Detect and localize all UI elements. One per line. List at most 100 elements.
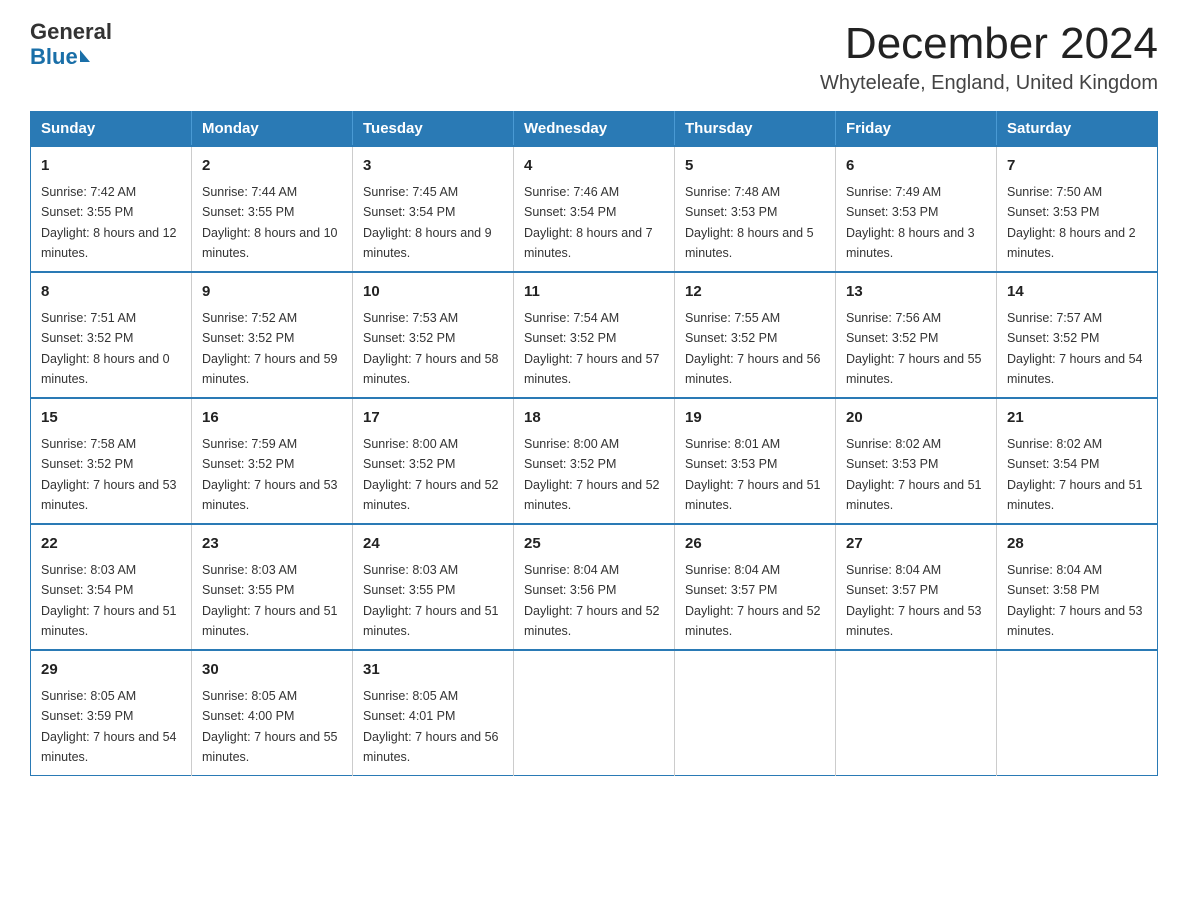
calendar-day-cell <box>997 650 1158 776</box>
header-sunday: Sunday <box>31 112 192 147</box>
day-number: 16 <box>202 407 342 430</box>
day-number: 7 <box>1007 155 1147 178</box>
calendar-day-cell: 24 Sunrise: 8:03 AMSunset: 3:55 PMDaylig… <box>353 524 514 650</box>
day-number: 14 <box>1007 281 1147 304</box>
day-number: 29 <box>41 659 181 682</box>
calendar-table: Sunday Monday Tuesday Wednesday Thursday… <box>30 111 1158 776</box>
location: Whyteleafe, England, United Kingdom <box>820 72 1158 95</box>
header-monday: Monday <box>192 112 353 147</box>
day-number: 26 <box>685 533 825 556</box>
day-info: Sunrise: 7:45 AMSunset: 3:54 PMDaylight:… <box>363 185 492 260</box>
calendar-day-cell: 8 Sunrise: 7:51 AMSunset: 3:52 PMDayligh… <box>31 272 192 398</box>
day-info: Sunrise: 8:02 AMSunset: 3:54 PMDaylight:… <box>1007 437 1143 512</box>
calendar-day-cell: 31 Sunrise: 8:05 AMSunset: 4:01 PMDaylig… <box>353 650 514 776</box>
day-number: 3 <box>363 155 503 178</box>
calendar-day-cell <box>836 650 997 776</box>
calendar-week-row: 1 Sunrise: 7:42 AMSunset: 3:55 PMDayligh… <box>31 146 1158 272</box>
calendar-day-cell: 22 Sunrise: 8:03 AMSunset: 3:54 PMDaylig… <box>31 524 192 650</box>
day-info: Sunrise: 8:03 AMSunset: 3:55 PMDaylight:… <box>363 563 499 638</box>
day-number: 23 <box>202 533 342 556</box>
calendar-day-cell: 5 Sunrise: 7:48 AMSunset: 3:53 PMDayligh… <box>675 146 836 272</box>
calendar-day-cell: 30 Sunrise: 8:05 AMSunset: 4:00 PMDaylig… <box>192 650 353 776</box>
day-info: Sunrise: 8:03 AMSunset: 3:54 PMDaylight:… <box>41 563 177 638</box>
day-info: Sunrise: 7:54 AMSunset: 3:52 PMDaylight:… <box>524 311 660 386</box>
day-number: 2 <box>202 155 342 178</box>
calendar-day-cell: 25 Sunrise: 8:04 AMSunset: 3:56 PMDaylig… <box>514 524 675 650</box>
day-number: 1 <box>41 155 181 178</box>
day-info: Sunrise: 8:04 AMSunset: 3:57 PMDaylight:… <box>846 563 982 638</box>
day-number: 11 <box>524 281 664 304</box>
title-block: December 2024 Whyteleafe, England, Unite… <box>820 20 1158 95</box>
calendar-day-cell: 26 Sunrise: 8:04 AMSunset: 3:57 PMDaylig… <box>675 524 836 650</box>
calendar-day-cell: 9 Sunrise: 7:52 AMSunset: 3:52 PMDayligh… <box>192 272 353 398</box>
day-info: Sunrise: 8:04 AMSunset: 3:56 PMDaylight:… <box>524 563 660 638</box>
header: General Blue December 2024 Whyteleafe, E… <box>30 20 1158 95</box>
calendar-day-cell: 11 Sunrise: 7:54 AMSunset: 3:52 PMDaylig… <box>514 272 675 398</box>
calendar-day-cell: 4 Sunrise: 7:46 AMSunset: 3:54 PMDayligh… <box>514 146 675 272</box>
calendar-day-cell: 13 Sunrise: 7:56 AMSunset: 3:52 PMDaylig… <box>836 272 997 398</box>
day-number: 4 <box>524 155 664 178</box>
day-number: 28 <box>1007 533 1147 556</box>
header-tuesday: Tuesday <box>353 112 514 147</box>
calendar-day-cell: 28 Sunrise: 8:04 AMSunset: 3:58 PMDaylig… <box>997 524 1158 650</box>
calendar-day-cell: 15 Sunrise: 7:58 AMSunset: 3:52 PMDaylig… <box>31 398 192 524</box>
day-info: Sunrise: 7:49 AMSunset: 3:53 PMDaylight:… <box>846 185 975 260</box>
day-number: 18 <box>524 407 664 430</box>
day-number: 21 <box>1007 407 1147 430</box>
calendar-day-cell <box>514 650 675 776</box>
header-thursday: Thursday <box>675 112 836 147</box>
day-info: Sunrise: 8:03 AMSunset: 3:55 PMDaylight:… <box>202 563 338 638</box>
calendar-week-row: 8 Sunrise: 7:51 AMSunset: 3:52 PMDayligh… <box>31 272 1158 398</box>
calendar-week-row: 22 Sunrise: 8:03 AMSunset: 3:54 PMDaylig… <box>31 524 1158 650</box>
day-info: Sunrise: 7:55 AMSunset: 3:52 PMDaylight:… <box>685 311 821 386</box>
day-number: 25 <box>524 533 664 556</box>
day-info: Sunrise: 8:00 AMSunset: 3:52 PMDaylight:… <box>363 437 499 512</box>
day-number: 9 <box>202 281 342 304</box>
day-info: Sunrise: 8:04 AMSunset: 3:57 PMDaylight:… <box>685 563 821 638</box>
day-info: Sunrise: 7:48 AMSunset: 3:53 PMDaylight:… <box>685 185 814 260</box>
header-friday: Friday <box>836 112 997 147</box>
day-number: 13 <box>846 281 986 304</box>
calendar-day-cell: 2 Sunrise: 7:44 AMSunset: 3:55 PMDayligh… <box>192 146 353 272</box>
day-number: 12 <box>685 281 825 304</box>
day-number: 8 <box>41 281 181 304</box>
calendar-week-row: 29 Sunrise: 8:05 AMSunset: 3:59 PMDaylig… <box>31 650 1158 776</box>
logo-triangle-icon <box>80 50 90 62</box>
calendar-day-cell: 23 Sunrise: 8:03 AMSunset: 3:55 PMDaylig… <box>192 524 353 650</box>
calendar-day-cell: 7 Sunrise: 7:50 AMSunset: 3:53 PMDayligh… <box>997 146 1158 272</box>
day-number: 27 <box>846 533 986 556</box>
logo-blue-text: Blue <box>30 44 90 70</box>
day-info: Sunrise: 8:04 AMSunset: 3:58 PMDaylight:… <box>1007 563 1143 638</box>
month-title: December 2024 <box>820 20 1158 68</box>
calendar-day-cell: 27 Sunrise: 8:04 AMSunset: 3:57 PMDaylig… <box>836 524 997 650</box>
day-number: 31 <box>363 659 503 682</box>
calendar-day-cell: 17 Sunrise: 8:00 AMSunset: 3:52 PMDaylig… <box>353 398 514 524</box>
day-info: Sunrise: 7:56 AMSunset: 3:52 PMDaylight:… <box>846 311 982 386</box>
day-info: Sunrise: 7:52 AMSunset: 3:52 PMDaylight:… <box>202 311 338 386</box>
day-info: Sunrise: 7:42 AMSunset: 3:55 PMDaylight:… <box>41 185 177 260</box>
calendar-day-cell: 18 Sunrise: 8:00 AMSunset: 3:52 PMDaylig… <box>514 398 675 524</box>
calendar-day-cell: 29 Sunrise: 8:05 AMSunset: 3:59 PMDaylig… <box>31 650 192 776</box>
calendar-day-cell: 20 Sunrise: 8:02 AMSunset: 3:53 PMDaylig… <box>836 398 997 524</box>
day-number: 24 <box>363 533 503 556</box>
day-info: Sunrise: 7:53 AMSunset: 3:52 PMDaylight:… <box>363 311 499 386</box>
calendar-day-cell: 21 Sunrise: 8:02 AMSunset: 3:54 PMDaylig… <box>997 398 1158 524</box>
day-info: Sunrise: 7:51 AMSunset: 3:52 PMDaylight:… <box>41 311 170 386</box>
calendar-day-cell <box>675 650 836 776</box>
day-info: Sunrise: 7:46 AMSunset: 3:54 PMDaylight:… <box>524 185 653 260</box>
day-info: Sunrise: 8:05 AMSunset: 3:59 PMDaylight:… <box>41 689 177 764</box>
calendar-day-cell: 10 Sunrise: 7:53 AMSunset: 3:52 PMDaylig… <box>353 272 514 398</box>
calendar-header: Sunday Monday Tuesday Wednesday Thursday… <box>31 112 1158 147</box>
day-info: Sunrise: 7:44 AMSunset: 3:55 PMDaylight:… <box>202 185 338 260</box>
day-info: Sunrise: 8:02 AMSunset: 3:53 PMDaylight:… <box>846 437 982 512</box>
day-info: Sunrise: 8:01 AMSunset: 3:53 PMDaylight:… <box>685 437 821 512</box>
day-number: 22 <box>41 533 181 556</box>
day-number: 19 <box>685 407 825 430</box>
day-info: Sunrise: 8:05 AMSunset: 4:01 PMDaylight:… <box>363 689 499 764</box>
day-number: 15 <box>41 407 181 430</box>
day-number: 6 <box>846 155 986 178</box>
calendar-day-cell: 16 Sunrise: 7:59 AMSunset: 3:52 PMDaylig… <box>192 398 353 524</box>
day-info: Sunrise: 8:05 AMSunset: 4:00 PMDaylight:… <box>202 689 338 764</box>
day-info: Sunrise: 7:57 AMSunset: 3:52 PMDaylight:… <box>1007 311 1143 386</box>
logo-general-text: General <box>30 20 112 44</box>
